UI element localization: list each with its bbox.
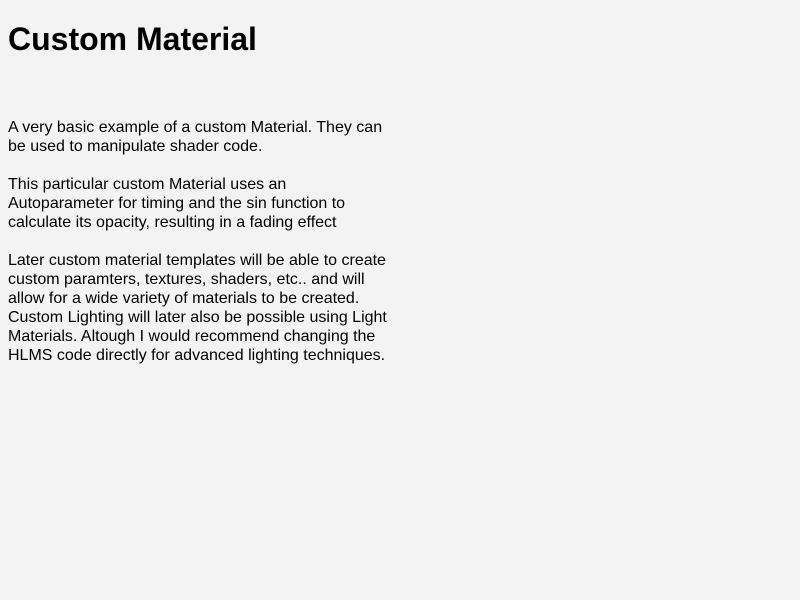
- page-content: Custom Material A very basic example of …: [8, 0, 388, 384]
- description: A very basic example of a custom Materia…: [8, 118, 388, 365]
- paragraph-intro: A very basic example of a custom Materia…: [8, 119, 383, 155]
- paragraph-future: Later custom material templates will be …: [8, 252, 387, 364]
- page-title: Custom Material: [8, 21, 257, 57]
- paragraph-details: This particular custom Material uses an …: [8, 176, 346, 231]
